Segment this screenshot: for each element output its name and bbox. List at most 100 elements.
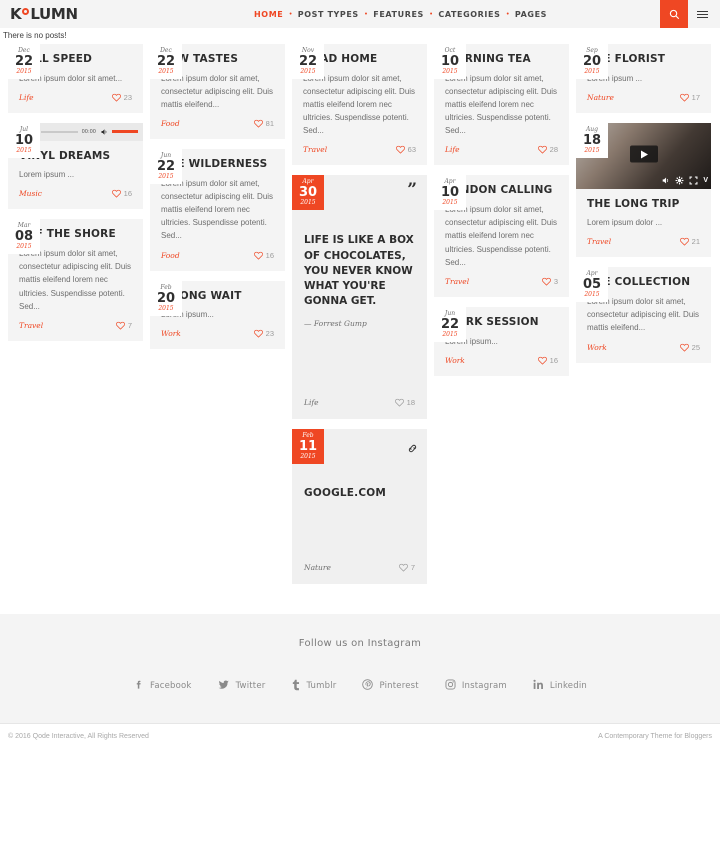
date-day: 22: [298, 54, 318, 69]
nav-item-post-types[interactable]: POST TYPES: [292, 10, 365, 19]
like-counter[interactable]: 23: [253, 329, 274, 339]
masonry-grid: Dec 22 2015 FULL SPEED Lorem ipsum dolor…: [0, 44, 720, 584]
post-card-link[interactable]: Feb 11 2015 GOOGLE.COM Nature 7: [292, 428, 427, 584]
post-category[interactable]: Travel: [19, 321, 43, 330]
social-link-tumblr[interactable]: Tumblr: [291, 679, 336, 693]
like-counter[interactable]: 28: [537, 145, 558, 155]
fullscreen-icon[interactable]: [689, 176, 698, 185]
social-link-linkedin[interactable]: Linkedin: [533, 679, 587, 692]
social-link-pinterest[interactable]: Pinterest: [362, 679, 419, 692]
facebook-icon: [133, 679, 144, 692]
like-count: 16: [265, 250, 274, 260]
site-logo[interactable]: K LUMN: [10, 5, 78, 23]
post-card-london-calling[interactable]: Apr 10 2015 LONDON CALLING Lorem ipsum d…: [434, 175, 569, 297]
post-card-the-florist[interactable]: Sep 20 2015 THE FLORIST Lorem ipsum ... …: [576, 44, 711, 113]
audio-total-time: 00:00: [81, 128, 96, 135]
link-url[interactable]: GOOGLE.COM: [304, 487, 415, 499]
post-card-the-wilderness[interactable]: Jun 22 2015 THE WILDERNESS Lorem ipsum d…: [150, 149, 285, 271]
post-meta: Travel 21: [587, 237, 700, 246]
post-card-new-tastes[interactable]: Dec 22 2015 NEW TASTES Lorem ipsum dolor…: [150, 44, 285, 140]
post-category[interactable]: Travel: [303, 145, 327, 154]
like-counter[interactable]: 7: [115, 321, 132, 330]
post-card-a-long-wait[interactable]: Feb 20 2015 A LONG WAIT Lorem ipsum... W…: [150, 280, 285, 350]
heart-icon: [111, 190, 121, 199]
like-counter[interactable]: 23: [111, 93, 132, 102]
post-excerpt: Lorem ipsum dolor sit amet, consectetur …: [303, 73, 416, 136]
nav-item-home[interactable]: HOME: [248, 10, 289, 19]
like-count: 7: [410, 562, 415, 572]
post-category[interactable]: Nature: [587, 93, 614, 102]
like-counter[interactable]: 17: [679, 93, 700, 102]
social-link-twitter[interactable]: Twitter: [218, 679, 266, 692]
like-counter[interactable]: 16: [537, 356, 558, 365]
grid-column-1: Dec 22 2015 FULL SPEED Lorem ipsum dolor…: [8, 44, 143, 341]
like-counter[interactable]: 3: [541, 277, 558, 286]
post-card-work-session[interactable]: Jun 22 2015 WORK SESSION Lorem ipsum... …: [434, 306, 569, 376]
heart-icon: [253, 330, 263, 339]
volume-icon[interactable]: [100, 128, 108, 136]
audio-volume-bar[interactable]: [112, 130, 138, 134]
date-day: 20: [582, 54, 602, 69]
post-category[interactable]: Life: [304, 398, 319, 407]
volume-icon[interactable]: [661, 176, 670, 185]
chain-link-icon: [407, 441, 418, 459]
post-card-quote[interactable]: Apr 30 2015 ” LIFE IS LIKE A BOX OF CHOC…: [292, 175, 427, 419]
quote-text[interactable]: LIFE IS LIKE A BOX OF CHOCOLATES, YOU NE…: [304, 233, 415, 309]
date-month: Aug: [585, 125, 599, 133]
logo-text-post: LUMN: [30, 5, 78, 23]
date-day: 22: [156, 159, 176, 175]
date-year: 2015: [584, 146, 600, 154]
post-title[interactable]: THE LONG TRIP: [587, 198, 700, 211]
post-card-off-the-shore[interactable]: Mar 08 2015 OFF THE SHORE Lorem ipsum do…: [8, 219, 143, 341]
post-category[interactable]: Life: [19, 93, 34, 102]
post-category[interactable]: Travel: [587, 237, 611, 246]
post-category[interactable]: Work: [587, 343, 607, 352]
nav-item-features[interactable]: FEATURES: [367, 10, 430, 19]
post-card-vinyl-dreams[interactable]: Jul 10 2015 00:00 00:00 VINYL DREAMS Lor…: [8, 122, 143, 210]
vimeo-icon[interactable]: V: [703, 177, 708, 184]
date-year: 2015: [442, 330, 458, 338]
heart-icon: [253, 251, 263, 260]
post-category[interactable]: Food: [161, 119, 180, 128]
post-card-full-speed[interactable]: Dec 22 2015 FULL SPEED Lorem ipsum dolor…: [8, 44, 143, 113]
main-navigation: HOME • POST TYPES • FEATURES • CATEGORIE…: [248, 0, 553, 28]
like-counter[interactable]: 63: [395, 145, 416, 154]
site-header: K LUMN HOME • POST TYPES • FEATURES • CAT…: [0, 0, 720, 28]
post-category[interactable]: Food: [161, 251, 180, 260]
post-category[interactable]: Work: [445, 356, 465, 365]
social-label: Tumblr: [306, 680, 337, 691]
nav-item-pages[interactable]: PAGES: [509, 10, 553, 19]
like-counter[interactable]: 18: [394, 398, 415, 407]
heart-icon: [537, 146, 547, 155]
like-counter[interactable]: 16: [111, 189, 132, 199]
social-link-facebook[interactable]: Facebook: [133, 679, 192, 692]
post-card-the-collection[interactable]: Apr 05 2015 THE COLLECTION Lorem ipsum d…: [576, 267, 711, 363]
date-year: 2015: [584, 68, 600, 75]
social-link-instagram[interactable]: Instagram: [445, 679, 507, 692]
post-category[interactable]: Nature: [304, 563, 331, 572]
post-card-the-long-trip[interactable]: Aug 18 2015 V THE LONG TRIP Lorem ipsum …: [576, 122, 711, 258]
nav-item-categories[interactable]: CATEGORIES: [432, 10, 506, 19]
post-category[interactable]: Life: [445, 145, 460, 154]
video-play-button[interactable]: [629, 145, 658, 163]
tumblr-icon: [291, 679, 300, 693]
audio-progress-bar[interactable]: [41, 130, 78, 133]
post-category[interactable]: Work: [161, 329, 181, 338]
menu-button[interactable]: [688, 0, 716, 28]
like-counter[interactable]: 7: [398, 562, 415, 572]
search-button[interactable]: [660, 0, 688, 28]
like-counter[interactable]: 81: [253, 119, 274, 128]
heart-icon: [253, 120, 263, 128]
heart-icon: [541, 277, 551, 286]
settings-gear-icon[interactable]: [675, 176, 684, 185]
like-counter[interactable]: 21: [679, 237, 700, 246]
like-counter[interactable]: 25: [679, 343, 700, 352]
post-card-morning-tea[interactable]: Oct 10 2015 MORNING TEA Lorem ipsum dolo…: [434, 44, 569, 166]
date-year: 2015: [158, 173, 174, 181]
post-category[interactable]: Travel: [445, 277, 469, 286]
date-year: 2015: [158, 304, 174, 312]
post-card-road-home[interactable]: Nov 22 2015 ROAD HOME Lorem ipsum dolor …: [292, 44, 427, 166]
post-category[interactable]: Music: [19, 189, 42, 198]
like-counter[interactable]: 16: [253, 250, 274, 260]
instagram-section: Follow us on Instagram Facebook Twitter …: [0, 613, 720, 723]
